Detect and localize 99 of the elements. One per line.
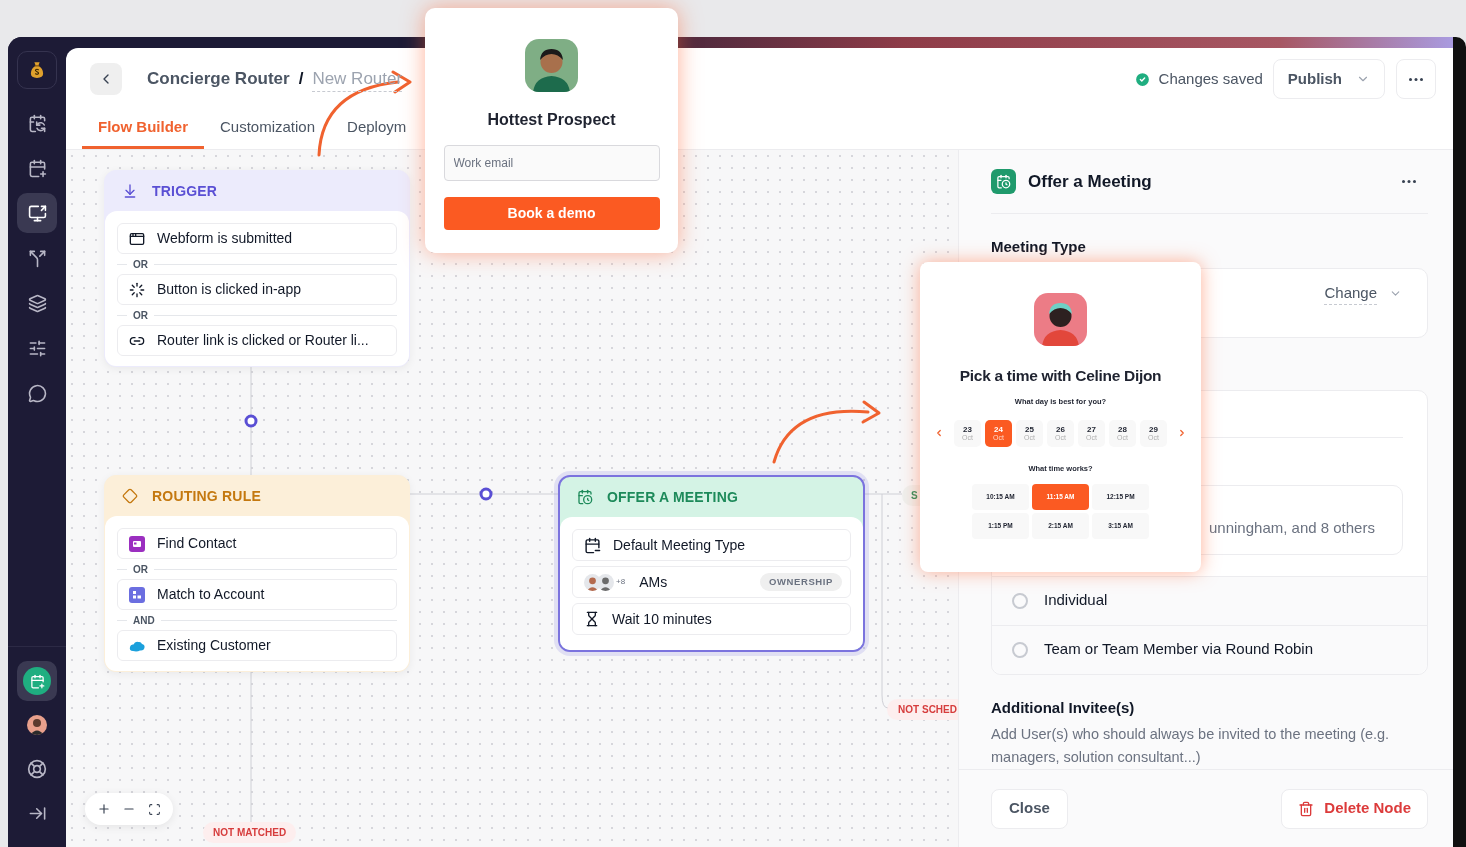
window-icon bbox=[129, 230, 145, 247]
avatar bbox=[1034, 293, 1087, 346]
publish-button[interactable]: Publish bbox=[1272, 59, 1385, 99]
edge-label: NOT MATCHED bbox=[203, 822, 297, 843]
node-item[interactable]: Router link is clicked or Router li... bbox=[117, 325, 397, 356]
nav-button[interactable] bbox=[17, 661, 57, 701]
item-label: Wait 10 minutes bbox=[612, 609, 712, 629]
radio-button[interactable] bbox=[1012, 592, 1028, 609]
item-label: Button is clicked in-app bbox=[157, 280, 301, 299]
item-label: Webform is submitted bbox=[157, 229, 293, 248]
item-label: Default Meeting Type bbox=[613, 535, 746, 555]
hourglass-icon bbox=[584, 611, 600, 627]
node-item[interactable]: Webform is submitted bbox=[117, 223, 397, 254]
joiner-label: AND bbox=[133, 613, 155, 628]
trash-icon bbox=[1298, 800, 1315, 817]
day-number: 27 bbox=[1087, 424, 1096, 434]
email-field[interactable]: Work email bbox=[443, 145, 660, 181]
day-number: 26 bbox=[1056, 424, 1065, 434]
meeting-icon bbox=[991, 169, 1016, 194]
breadcrumb-separator: / bbox=[298, 68, 304, 91]
flow-node[interactable]: OFFER A MEETING Default Meeting Type +8 AMs OWNERSHIP Wait 10 minutes bbox=[558, 475, 865, 652]
check-icon bbox=[1133, 70, 1151, 88]
node-item[interactable]: Wait 10 minutes bbox=[572, 603, 851, 635]
joiner-label: OR bbox=[133, 308, 148, 323]
day-number: 28 bbox=[1118, 424, 1127, 434]
node-item[interactable]: Find Contact bbox=[117, 528, 397, 559]
calendar-icon bbox=[584, 536, 601, 554]
node-title: TRIGGER bbox=[152, 181, 218, 201]
item-label: Find Contact bbox=[157, 534, 237, 553]
arrow-down-icon bbox=[122, 183, 138, 199]
node-item[interactable]: Default Meeting Type bbox=[572, 529, 851, 561]
more-icon bbox=[1409, 77, 1423, 81]
prospect-name: Hottest Prospect bbox=[487, 110, 616, 130]
option-label: Individual bbox=[1044, 590, 1108, 611]
assignee-text: unningham, and 8 others bbox=[1209, 518, 1375, 538]
day-number: 23 bbox=[963, 424, 972, 434]
day-number: 29 bbox=[1149, 424, 1158, 434]
node-item[interactable]: +8 AMs OWNERSHIP bbox=[572, 566, 851, 598]
app-icon bbox=[23, 667, 51, 695]
day-number: 25 bbox=[1025, 424, 1034, 434]
more-count: +8 bbox=[616, 576, 626, 588]
next-icon[interactable] bbox=[1177, 428, 1187, 438]
calendar-plus-icon bbox=[27, 158, 47, 178]
change-dropdown[interactable]: Change bbox=[1324, 281, 1402, 305]
connector-handle bbox=[244, 414, 258, 428]
joiner-label: OR bbox=[133, 257, 148, 272]
diamond-icon bbox=[122, 488, 138, 504]
grid-icon bbox=[129, 586, 145, 603]
panel-title: Offer a Meeting bbox=[1028, 170, 1152, 193]
edge-label: NOT SCHED bbox=[887, 699, 958, 720]
joiner-label: OR bbox=[133, 562, 148, 577]
radio-option[interactable]: Team or Team Member via Round Robin bbox=[992, 624, 1427, 674]
loader-icon bbox=[129, 281, 145, 298]
close-button[interactable]: Close bbox=[991, 788, 1068, 829]
connector-handle bbox=[479, 487, 493, 501]
item-label: AMs bbox=[639, 572, 668, 592]
tab[interactable]: Deploym bbox=[331, 109, 423, 149]
help-icon bbox=[27, 759, 47, 779]
section-label: Meeting Type bbox=[991, 237, 1087, 257]
screen-share-icon bbox=[27, 203, 47, 223]
tab[interactable]: Customization bbox=[204, 109, 332, 149]
contact-card-icon bbox=[129, 535, 145, 552]
calendar-title: Pick a time with Celine Dijon bbox=[959, 366, 1162, 386]
money-bag-icon bbox=[30, 61, 44, 79]
flow-node[interactable]: TRIGGER Webform is submitted OR Button is clicked in-app OR Router link is clicked or Router li... bbox=[104, 170, 410, 367]
more-icon[interactable] bbox=[1402, 180, 1416, 183]
item-label: Match to Account bbox=[157, 585, 265, 604]
calendar-sync-icon bbox=[27, 113, 47, 133]
split-icon bbox=[27, 248, 47, 268]
delete-button[interactable]: Delete Node bbox=[1281, 788, 1428, 829]
zoom-in-icon[interactable] bbox=[96, 802, 111, 816]
flow-node[interactable]: ROUTING RULE Find Contact OR Match to Account AND Existing Customer bbox=[104, 475, 410, 672]
node-item[interactable]: Match to Account bbox=[117, 579, 397, 610]
previous-icon[interactable] bbox=[934, 428, 944, 438]
sliders-icon bbox=[27, 338, 47, 358]
avatar bbox=[597, 573, 614, 591]
avatar bbox=[525, 39, 578, 92]
calendar-icon bbox=[577, 489, 593, 505]
section-description: Add User(s) who should always be invited to the meeting (e.g. managers, solution consultant...) bbox=[991, 725, 1391, 767]
option-label: Team or Team Member via Round Robin bbox=[1044, 639, 1313, 660]
day-number: 24 bbox=[994, 424, 1003, 434]
avatar bbox=[27, 715, 47, 735]
fit-view-icon[interactable] bbox=[148, 802, 162, 816]
chat-icon bbox=[27, 383, 47, 403]
nav-button[interactable] bbox=[17, 193, 57, 233]
item-label: Existing Customer bbox=[157, 636, 271, 655]
item-label: Router link is clicked or Router li... bbox=[157, 331, 369, 350]
node-title: ROUTING RULE bbox=[152, 486, 261, 506]
layers-icon bbox=[27, 293, 47, 313]
radio-option[interactable]: Individual bbox=[992, 575, 1427, 625]
breadcrumb-link[interactable]: Concierge Router bbox=[147, 66, 290, 92]
cloud-icon bbox=[129, 639, 145, 652]
node-item[interactable]: Button is clicked in-app bbox=[117, 274, 397, 305]
save-status: Changes saved bbox=[1158, 68, 1263, 89]
node-item[interactable]: Existing Customer bbox=[117, 630, 397, 661]
ownership-tag: OWNERSHIP bbox=[760, 572, 842, 592]
section-label: Additional Invitee(s) bbox=[991, 697, 1136, 718]
radio-button[interactable] bbox=[1012, 641, 1028, 658]
node-title: OFFER A MEETING bbox=[607, 487, 739, 507]
